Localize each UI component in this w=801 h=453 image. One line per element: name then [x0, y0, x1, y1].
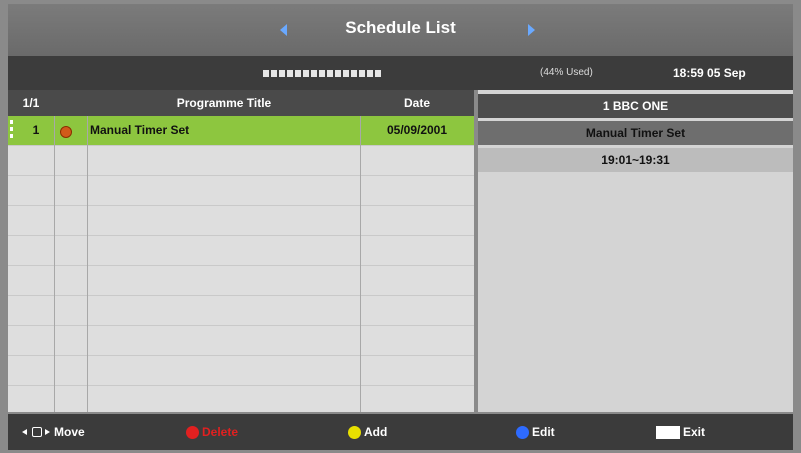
table-row[interactable] [8, 266, 474, 296]
edit-label: Edit [532, 425, 555, 439]
blue-key-icon [516, 425, 529, 439]
detail-time: 19:01~19:31 [478, 148, 793, 172]
exit-key-icon [656, 425, 680, 439]
schedule-list: 1 Manual Timer Set 05/09/2001 [8, 116, 474, 416]
delete-button[interactable]: Delete [186, 425, 238, 439]
delete-label: Delete [202, 425, 239, 439]
table-row[interactable] [8, 386, 474, 416]
schedule-list-screen: Schedule List (44% Used) 18:59 05 Sep 1/… [0, 0, 801, 453]
move-label: Move [54, 425, 85, 439]
chevron-right-icon[interactable] [528, 24, 535, 36]
column-divider [360, 116, 361, 412]
storage-usage-text: (44% Used) [540, 67, 593, 78]
detail-name: Manual Timer Set [478, 121, 793, 145]
status-bar: (44% Used) 18:59 05 Sep [8, 56, 793, 90]
detail-panel: 1 BBC ONE Manual Timer Set 19:01~19:31 [478, 90, 793, 412]
red-key-icon [186, 425, 199, 439]
add-button[interactable]: Add [348, 425, 387, 439]
add-label: Add [364, 425, 388, 439]
table-row[interactable] [8, 236, 474, 266]
title-bar: Schedule List [8, 4, 793, 56]
table-row[interactable] [8, 206, 474, 236]
exit-label: Exit [683, 425, 706, 439]
table-row[interactable] [8, 326, 474, 356]
column-divider [87, 116, 88, 412]
exit-button[interactable]: Exit [656, 425, 705, 439]
table-row[interactable] [8, 176, 474, 206]
table-row[interactable] [8, 146, 474, 176]
table-row[interactable] [8, 296, 474, 326]
page-count: 1/1 [22, 96, 40, 110]
footer-key-bar: Move Delete Add Edit Exit [8, 414, 793, 450]
column-header-title: Programme Title [176, 96, 272, 110]
yellow-key-icon [348, 425, 361, 439]
timer-icon [60, 126, 72, 138]
table-row[interactable] [8, 356, 474, 386]
storage-usage-bar [263, 70, 383, 77]
move-hint[interactable]: Move [22, 425, 85, 439]
selection-marker [10, 120, 13, 140]
navigate-arrows-icon [22, 427, 50, 437]
detail-channel: 1 BBC ONE [478, 94, 793, 118]
clock: 18:59 05 Sep [673, 66, 746, 80]
table-row[interactable]: 1 Manual Timer Set 05/09/2001 [8, 116, 474, 146]
column-divider [54, 116, 55, 412]
row-index: 1 [32, 123, 40, 137]
list-header: 1/1 Programme Title Date [8, 90, 474, 116]
row-title: Manual Timer Set [90, 123, 190, 137]
column-header-date: Date [403, 96, 430, 110]
row-date: 05/09/2001 [386, 123, 448, 137]
edit-button[interactable]: Edit [516, 425, 555, 439]
page-title: Schedule List [345, 18, 456, 37]
